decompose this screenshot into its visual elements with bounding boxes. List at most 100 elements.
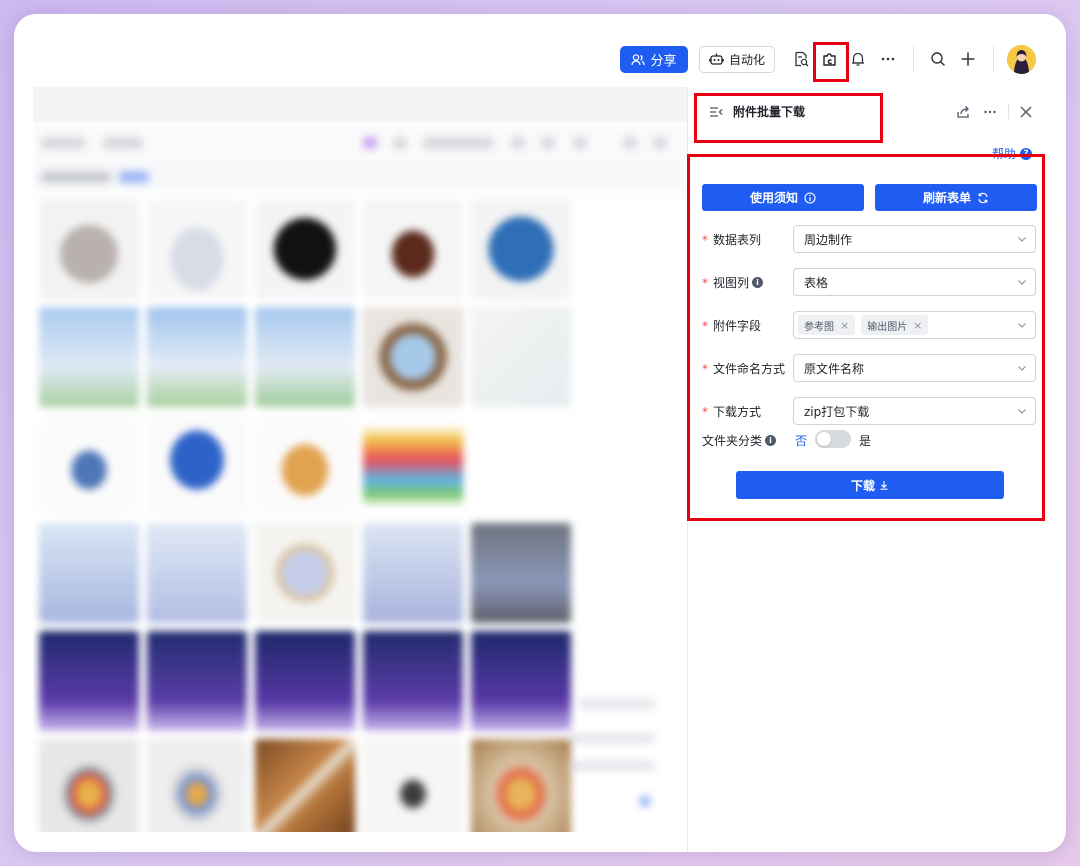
field-label: * 视图列 i xyxy=(702,274,764,291)
file-naming-select[interactable]: 原文件名称 xyxy=(793,354,1036,382)
info-icon[interactable]: i xyxy=(752,277,764,288)
download-button[interactable]: 下载 xyxy=(736,471,1004,499)
robot-icon xyxy=(709,53,724,65)
usage-notice-label: 使用须知 xyxy=(749,191,798,205)
gallery-thumbnail[interactable] xyxy=(471,631,571,731)
gallery-thumbnail[interactable] xyxy=(255,307,355,407)
gallery-thumbnail[interactable] xyxy=(147,523,247,623)
gallery-thumbnail[interactable] xyxy=(363,415,463,515)
panel-title: 附件批量下载 xyxy=(733,105,806,119)
info-icon[interactable]: i xyxy=(765,435,777,446)
plugin-icon[interactable] xyxy=(818,48,840,70)
gallery-toolbar xyxy=(33,123,687,163)
chevron-down-icon xyxy=(1018,366,1026,371)
field-label: * 数据表列 xyxy=(702,232,762,248)
remove-tag-icon[interactable]: × xyxy=(840,319,849,332)
chevron-down-icon xyxy=(1018,280,1026,285)
toggle-off-label: 否 xyxy=(795,434,808,448)
folder-classification-toggle[interactable] xyxy=(815,430,851,448)
gallery-thumbnail[interactable] xyxy=(39,631,139,731)
share-out-icon[interactable] xyxy=(956,104,970,123)
plus-icon[interactable] xyxy=(957,48,979,70)
gallery-thumbnail[interactable] xyxy=(363,739,463,832)
view-select[interactable]: 表格 xyxy=(793,268,1036,296)
gallery-blurred-content xyxy=(33,123,687,832)
refresh-form-label: 刷新表单 xyxy=(922,191,971,205)
toolbar-divider xyxy=(993,46,994,72)
select-value: 表格 xyxy=(804,275,829,290)
gallery-thumbnail[interactable] xyxy=(363,307,463,407)
gallery-thumbnail[interactable] xyxy=(255,523,355,623)
collapse-sidebar-icon[interactable] xyxy=(709,104,723,123)
toolbar-divider xyxy=(913,46,914,72)
automation-label: 自动化 xyxy=(728,53,765,67)
gallery-thumbnail[interactable] xyxy=(39,415,139,515)
gallery-thumbnail[interactable] xyxy=(147,307,247,407)
folder-classification-row: 文件夹分类 i 否 是 xyxy=(702,429,902,449)
gallery-thumbnail[interactable] xyxy=(39,739,139,832)
gallery-thumbnail[interactable] xyxy=(255,415,355,515)
gallery-thumbnail[interactable] xyxy=(39,523,139,623)
gallery-thumbnail[interactable] xyxy=(147,199,247,299)
search-icon[interactable] xyxy=(927,48,949,70)
gallery-thumbnail[interactable] xyxy=(147,415,247,515)
refresh-icon xyxy=(978,192,988,203)
gallery-thumbnail[interactable] xyxy=(39,307,139,407)
gallery-thumbnail[interactable] xyxy=(255,739,355,832)
attachment-field-multiselect[interactable]: 参考图 × 输出图片 × xyxy=(793,311,1036,339)
bell-icon[interactable] xyxy=(847,48,869,70)
gallery-thumbnail[interactable] xyxy=(363,523,463,623)
tag-label: 参考图 xyxy=(804,321,834,333)
avatar[interactable] xyxy=(1007,45,1036,74)
more-icon[interactable] xyxy=(877,48,899,70)
field-label: * 下载方式 xyxy=(702,404,762,420)
refresh-form-button[interactable]: 刷新表单 xyxy=(875,184,1037,211)
gallery-view xyxy=(33,87,687,832)
gallery-thumbnail[interactable] xyxy=(255,631,355,731)
field-label-text: 文件夹分类 xyxy=(702,434,763,448)
panel-header: 附件批量下载 xyxy=(688,87,1066,137)
select-value: 周边制作 xyxy=(804,232,853,247)
gallery-header-bar xyxy=(33,87,687,123)
panel-more-icon[interactable] xyxy=(983,104,997,123)
gallery-thumbnail[interactable] xyxy=(363,199,463,299)
attachment-download-panel: 附件批量下载 帮助 ? 使用须知 刷新表单 * 数据表列 周边制作 * 视图列 … xyxy=(687,87,1066,852)
field-label: * 附件字段 xyxy=(702,318,762,334)
close-icon[interactable] xyxy=(1019,104,1033,123)
share-button[interactable]: 分享 xyxy=(620,46,688,73)
usage-notice-button[interactable]: 使用须知 xyxy=(702,184,864,211)
data-table-select[interactable]: 周边制作 xyxy=(793,225,1036,253)
gallery-thumbnail[interactable] xyxy=(39,199,139,299)
toggle-on-label: 是 xyxy=(859,434,872,448)
gallery-thumbnail[interactable] xyxy=(255,199,355,299)
select-value: 原文件名称 xyxy=(804,361,865,376)
field-view: * 视图列 i 表格 xyxy=(702,268,1037,296)
app-window: 分享 自动化 附件批量下载 帮助 ? 使用须知 刷新表单 * 数据表列 周边制作… xyxy=(14,14,1066,852)
gallery-thumbnail[interactable] xyxy=(147,739,247,832)
panel-header-divider xyxy=(1008,103,1009,119)
download-icon xyxy=(880,481,888,490)
field-label-text: 下载方式 xyxy=(713,405,762,419)
automation-button[interactable]: 自动化 xyxy=(699,46,775,73)
gallery-thumbnail[interactable] xyxy=(471,739,571,832)
gallery-thumbnail[interactable] xyxy=(471,523,571,623)
gallery-thumbnail[interactable] xyxy=(147,631,247,731)
chevron-down-icon xyxy=(1018,409,1026,414)
field-file-naming: * 文件命名方式 原文件名称 xyxy=(702,354,1037,382)
download-mode-select[interactable]: zip打包下载 xyxy=(793,397,1036,425)
help-link[interactable]: 帮助 ? xyxy=(992,145,1033,162)
gallery-thumbnail[interactable] xyxy=(471,199,571,299)
remove-tag-icon[interactable]: × xyxy=(913,319,922,332)
gallery-thumbnail[interactable] xyxy=(471,307,571,407)
toggle-knob xyxy=(817,432,831,446)
gallery-thumbnail[interactable] xyxy=(363,631,463,731)
download-label: 下载 xyxy=(850,478,875,493)
doc-search-icon[interactable] xyxy=(790,48,812,70)
share-user-icon xyxy=(631,53,646,65)
question-icon: ? xyxy=(1020,147,1033,160)
field-attachment: * 附件字段 参考图 × 输出图片 × xyxy=(702,311,1037,339)
field-label-text: 文件命名方式 xyxy=(713,362,786,376)
field-data-table: * 数据表列 周边制作 xyxy=(702,225,1037,253)
top-toolbar: 分享 自动化 xyxy=(14,14,1066,88)
selected-tag: 参考图 × xyxy=(798,315,856,335)
